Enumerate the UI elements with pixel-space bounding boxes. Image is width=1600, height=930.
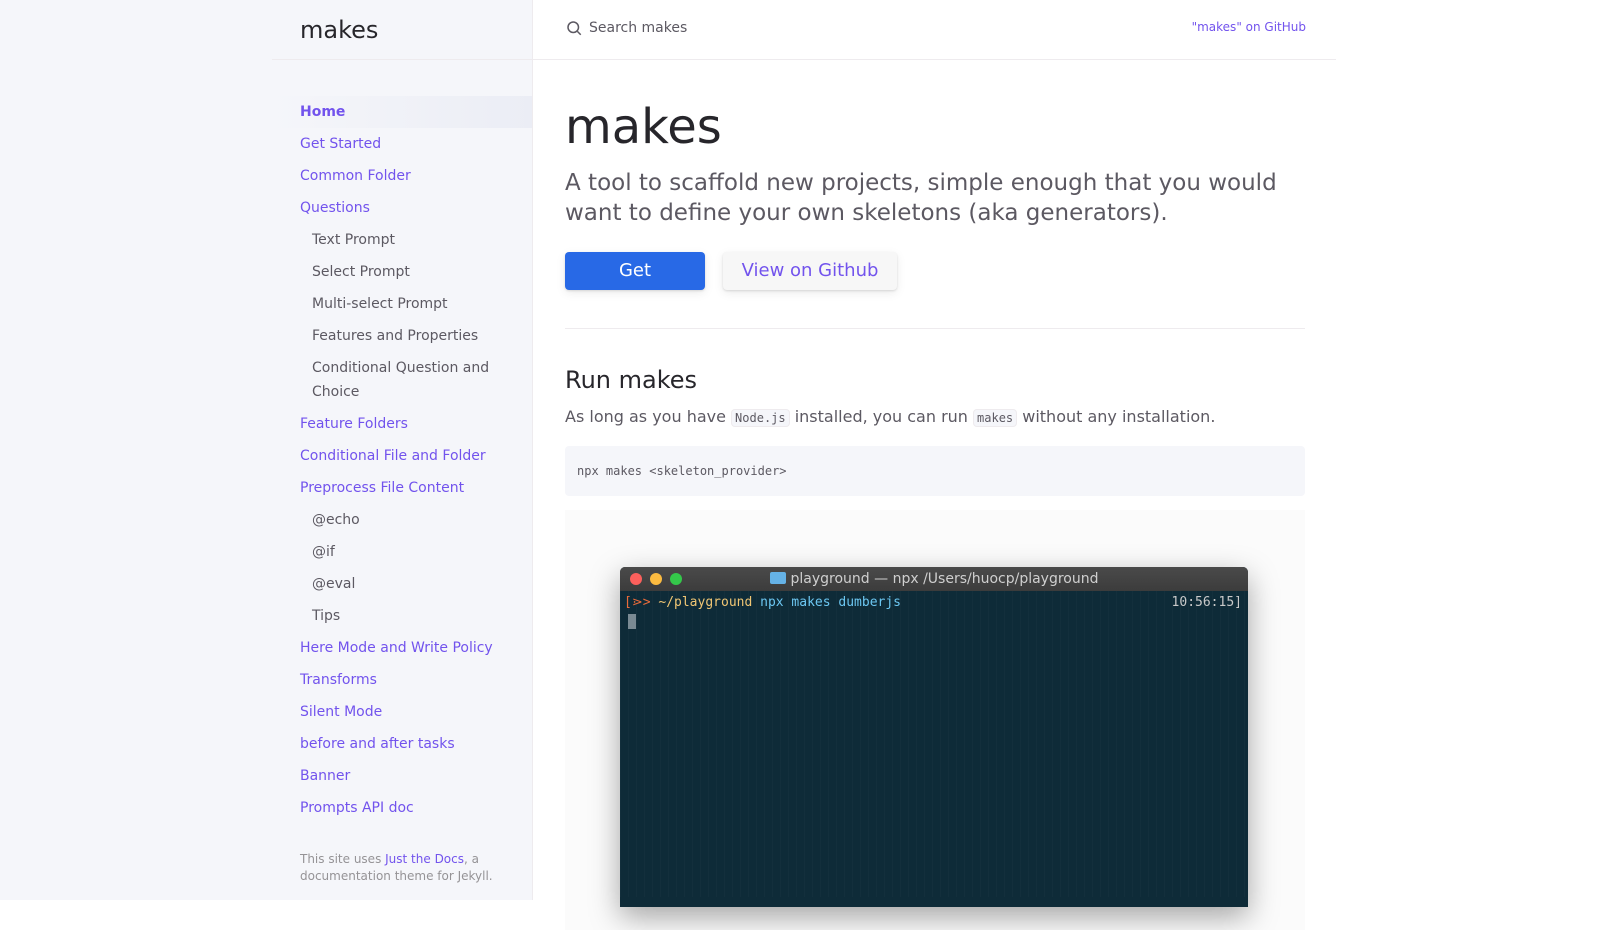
terminal-body: [⋗> ~/playground npx makes dumberjs 10:5… [620, 591, 1248, 897]
sidebar-item-home[interactable]: Home [272, 96, 532, 128]
terminal-titlebar: playground — npx /Users/huocp/playground [620, 567, 1248, 591]
site-title[interactable]: makes [300, 12, 378, 48]
page-title: makes [565, 99, 722, 155]
button-row: Get Started View on Github [565, 252, 1305, 319]
get-started-button[interactable]: Get Started [565, 252, 705, 319]
prompt-command: npx makes dumberjs [760, 595, 902, 610]
para-text-2: installed, you can run [789, 407, 974, 426]
sidebar-item-if[interactable]: @if [272, 536, 532, 568]
sidebar-item-get-started[interactable]: Get Started [272, 128, 532, 160]
code-block: npx makes <skeleton_provider> [565, 446, 1305, 496]
section-heading: Run makes [565, 366, 698, 394]
section-divider [565, 328, 1305, 329]
prompt-symbol: [⋗> [624, 595, 651, 610]
sidebar-item-banner[interactable]: Banner [272, 760, 532, 792]
sidebar-item-multi-select-prompt[interactable]: Multi-select Prompt [272, 288, 532, 320]
search-bar[interactable] [565, 19, 949, 37]
sidebar-divider [272, 59, 532, 60]
sidebar-item-conditional-file-and-folder[interactable]: Conditional File and Folder [272, 440, 532, 472]
search-icon [567, 21, 582, 36]
para-text-3: without any installation. [1017, 407, 1216, 426]
terminal-time: 10:56:15] [1171, 595, 1242, 610]
para-text-1: As long as you have [565, 407, 732, 426]
view-on-github-button[interactable]: View on Github [723, 252, 897, 290]
sidebar-item-common-folder[interactable]: Common Folder [272, 160, 532, 192]
terminal-line: [⋗> ~/playground npx makes dumberjs [624, 594, 1244, 612]
prompt-path: ~/playground [658, 595, 753, 610]
sidebar-item-here-mode-and-write-policy[interactable]: Here Mode and Write Policy [272, 632, 532, 664]
just-the-docs-link[interactable]: Just the Docs [385, 852, 464, 866]
sidebar-item-before-and-after-tasks[interactable]: before and after tasks [272, 728, 532, 760]
sidebar-item-echo[interactable]: @echo [272, 504, 532, 536]
folder-icon [769, 572, 786, 584]
terminal-title: playground — npx /Users/huocp/playground [620, 567, 1248, 591]
nodejs-code: Node.js [731, 409, 790, 427]
sidebar-item-tips[interactable]: Tips [272, 600, 532, 632]
terminal-screenshot: playground — npx /Users/huocp/playground… [565, 510, 1305, 930]
terminal-window: playground — npx /Users/huocp/playground… [620, 567, 1248, 907]
sidebar-item-preprocess-file-content[interactable]: Preprocess File Content [272, 472, 532, 504]
top-header: "makes" on GitHub [533, 0, 1336, 60]
main-content: makes A tool to scaffold new projects, s… [565, 60, 1305, 930]
footer-prefix: This site uses [300, 852, 386, 866]
terminal-title-text: playground — npx /Users/huocp/playground [790, 571, 1099, 587]
lead-text: A tool to scaffold new projects, simple … [565, 170, 1277, 226]
section-paragraph: As long as you have Node.js installed, y… [565, 405, 1305, 430]
sidebar-item-feature-folders[interactable]: Feature Folders [272, 408, 532, 440]
makes-code: makes [973, 409, 1018, 427]
sidebar-item-eval[interactable]: @eval [272, 568, 532, 600]
sidebar-item-prompts-api-doc[interactable]: Prompts API doc [272, 792, 532, 824]
github-aux-link[interactable]: "makes" on GitHub [1192, 20, 1306, 34]
sidebar-item-features-and-properties[interactable]: Features and Properties [272, 320, 532, 352]
sidebar-item-select-prompt[interactable]: Select Prompt [272, 256, 532, 288]
sidebar-footer: This site uses Just the Docs, a document… [300, 851, 510, 885]
sidebar-item-silent-mode[interactable]: Silent Mode [272, 696, 532, 728]
sidebar-nav: Home Get Started Common Folder Questions Tex… [272, 96, 532, 824]
search-input[interactable] [589, 20, 949, 36]
terminal-cursor [628, 614, 636, 629]
sidebar-item-transforms[interactable]: Transforms [272, 664, 532, 696]
sidebar-item-questions[interactable]: Questions [272, 192, 532, 224]
sidebar-item-text-prompt[interactable]: Text Prompt [272, 224, 532, 256]
sidebar-item-conditional-question-and-choice[interactable]: Conditional Question and Choice [272, 352, 532, 408]
